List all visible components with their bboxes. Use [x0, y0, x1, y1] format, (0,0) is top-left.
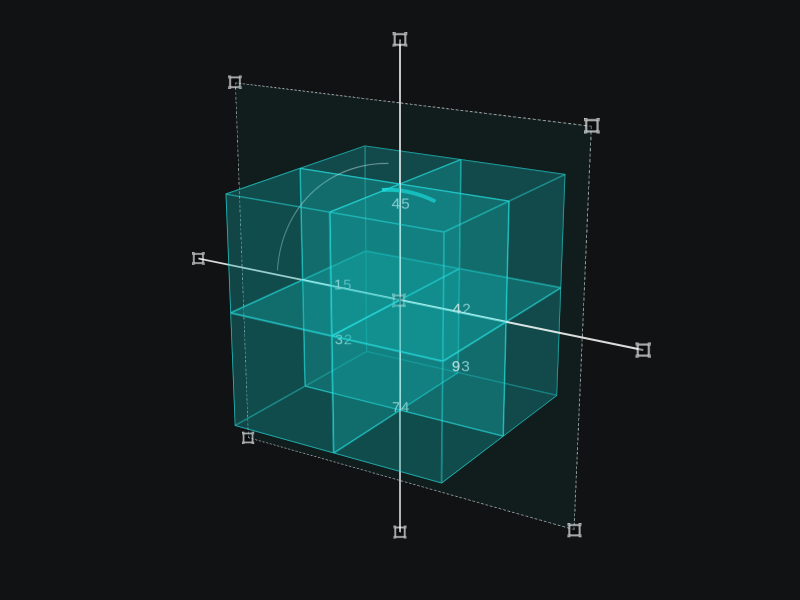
handle-y-neg[interactable]	[393, 32, 408, 47]
handle-plane-tr[interactable]	[584, 118, 600, 134]
viewport-3d[interactable]: 45 15 42 32 93 74	[0, 0, 800, 600]
